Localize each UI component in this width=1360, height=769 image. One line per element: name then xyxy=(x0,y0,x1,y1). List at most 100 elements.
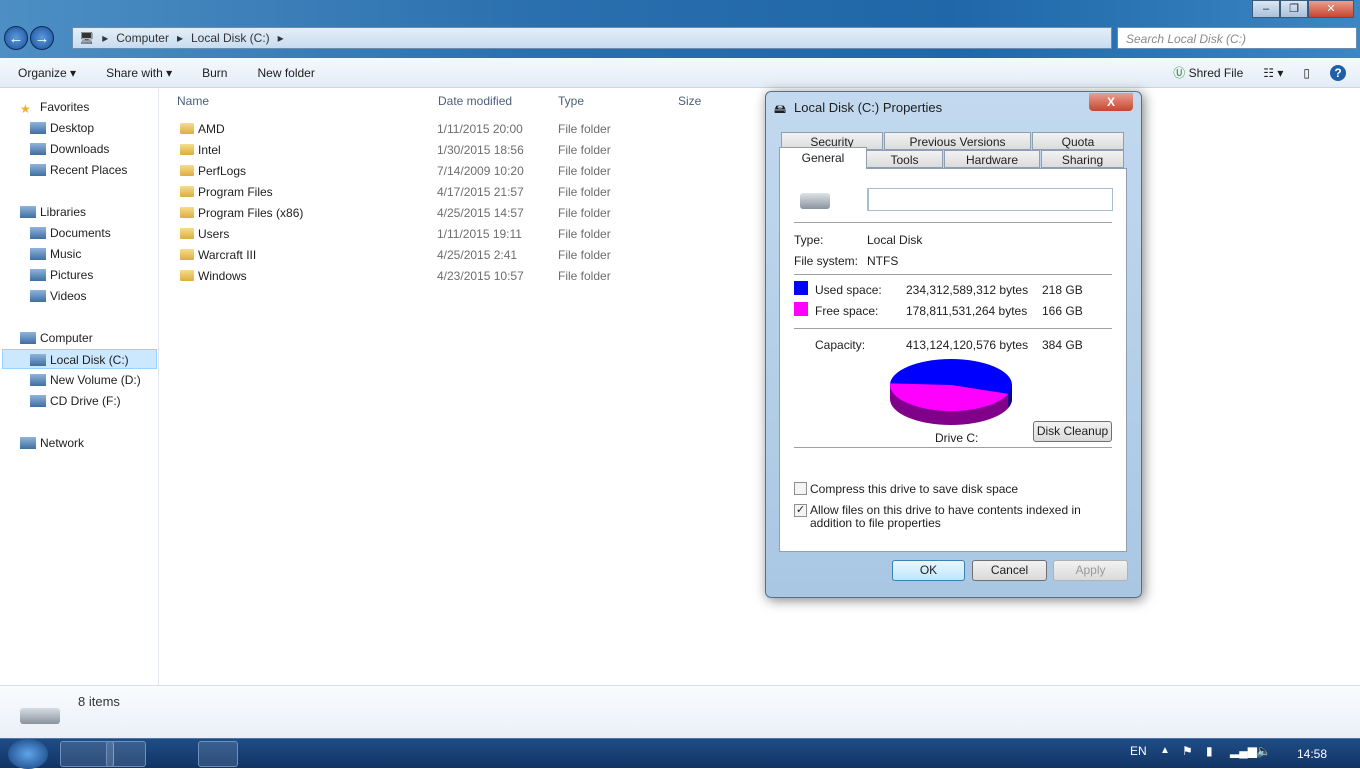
new-folder-button[interactable]: New folder xyxy=(257,66,314,80)
cancel-button[interactable]: Cancel xyxy=(972,560,1047,581)
folder-icon xyxy=(180,140,194,161)
forward-button[interactable]: → xyxy=(30,26,54,50)
sidebar-label: Computer xyxy=(40,331,93,345)
tab-quota[interactable]: Quota xyxy=(1032,132,1124,150)
general-panel: Type: Local Disk File system: NTFS Used … xyxy=(779,168,1127,552)
tab-tools[interactable]: Tools xyxy=(866,150,943,168)
item-icon xyxy=(30,374,46,386)
minimize-button[interactable]: ‒ xyxy=(1252,0,1280,18)
file-type: File folder xyxy=(558,248,611,262)
sidebar-item-local-disk-c[interactable]: Local Disk (C:) xyxy=(2,349,157,369)
action-center-icon[interactable]: ⚑ xyxy=(1182,744,1193,758)
column-type[interactable]: Type xyxy=(558,89,584,113)
file-row[interactable]: Windows 4/23/2015 10:57 File folder xyxy=(160,266,760,287)
back-button[interactable]: ← xyxy=(4,26,28,50)
start-button[interactable] xyxy=(8,739,48,769)
organize-button[interactable]: Organize ▾ xyxy=(18,66,76,80)
free-space-label: Free space: xyxy=(815,304,879,318)
folder-icon xyxy=(180,119,194,140)
file-row[interactable]: Users 1/11/2015 19:11 File folder xyxy=(160,224,760,245)
tab-sharing[interactable]: Sharing xyxy=(1041,150,1124,168)
dialog-close-button[interactable]: X xyxy=(1089,93,1133,111)
ok-button[interactable]: OK xyxy=(892,560,965,581)
folder-icon xyxy=(180,203,194,224)
view-options-button[interactable]: ☷ ▾ xyxy=(1263,66,1283,80)
apply-button[interactable]: Apply xyxy=(1053,560,1128,581)
drive-name-input[interactable] xyxy=(867,188,1113,211)
compress-checkbox[interactable] xyxy=(794,482,807,495)
taskbar-media-player[interactable] xyxy=(106,741,146,767)
column-date-modified[interactable]: Date modified xyxy=(438,89,512,113)
file-row[interactable]: PerfLogs 7/14/2009 10:20 File folder xyxy=(160,161,760,182)
sidebar-label: Local Disk (C:) xyxy=(50,353,129,367)
properties-dialog: 🖴 Local Disk (C:) Properties X Security … xyxy=(765,91,1142,598)
group-icon xyxy=(20,332,36,344)
address-bar[interactable]: 🖥 ▸ Computer ▸ Local Disk (C:) ▸ xyxy=(72,27,1112,49)
file-row[interactable]: Program Files (x86) 4/25/2015 14:57 File… xyxy=(160,203,760,224)
file-row[interactable]: AMD 1/11/2015 20:00 File folder xyxy=(160,119,760,140)
sidebar-item-network[interactable]: Network xyxy=(20,433,84,453)
tab-hardware[interactable]: Hardware xyxy=(944,150,1040,168)
taskbar-firefox[interactable] xyxy=(198,741,238,767)
sidebar-item-videos[interactable]: Videos xyxy=(30,286,86,306)
sidebar-label: Recent Places xyxy=(50,163,128,177)
file-type: File folder xyxy=(558,164,611,178)
file-row[interactable]: Intel 1/30/2015 18:56 File folder xyxy=(160,140,760,161)
file-row[interactable]: Program Files 4/17/2015 21:57 File folde… xyxy=(160,182,760,203)
sidebar-item-cd-drive-f[interactable]: CD Drive (F:) xyxy=(30,391,121,411)
sidebar-item-new-volume-d[interactable]: New Volume (D:) xyxy=(30,370,141,390)
sidebar-item-desktop[interactable]: Desktop xyxy=(30,118,94,138)
sidebar-item-computer[interactable]: Computer xyxy=(20,328,93,348)
volume-icon[interactable]: 🔈 xyxy=(1256,744,1271,758)
file-date: 7/14/2009 10:20 xyxy=(437,164,524,178)
capacity-gb: 384 GB xyxy=(1042,338,1083,352)
share-with-button[interactable]: Share with ▾ xyxy=(106,66,172,80)
file-system-label: File system: xyxy=(794,254,859,268)
close-button[interactable]: ✕ xyxy=(1308,0,1354,18)
column-name[interactable]: Name xyxy=(177,89,209,113)
used-space-label: Used space: xyxy=(815,283,882,297)
sidebar-item-music[interactable]: Music xyxy=(30,244,81,264)
sidebar-label: Favorites xyxy=(40,100,90,114)
sidebar-label: New Volume (D:) xyxy=(50,373,141,387)
index-checkbox[interactable]: ✓ xyxy=(794,504,807,517)
breadcrumb-local-disk[interactable]: Local Disk (C:) xyxy=(191,31,270,45)
file-name: Intel xyxy=(198,143,221,157)
used-space-gb: 218 GB xyxy=(1042,283,1083,297)
sidebar-item-downloads[interactable]: Downloads xyxy=(30,139,109,159)
sidebar-item-libraries[interactable]: Libraries xyxy=(20,202,86,222)
power-icon[interactable]: ▮ xyxy=(1206,744,1213,758)
file-date: 4/23/2015 10:57 xyxy=(437,269,524,283)
sidebar-label: Documents xyxy=(50,226,111,240)
column-size[interactable]: Size xyxy=(678,89,701,113)
breadcrumb-computer[interactable]: Computer xyxy=(116,31,169,45)
burn-button[interactable]: Burn xyxy=(202,66,227,80)
sidebar-item-favorites[interactable]: ★ Favorites xyxy=(20,97,89,117)
used-space-swatch xyxy=(794,281,808,295)
show-hidden-icons[interactable]: ▲ xyxy=(1160,745,1170,756)
language-indicator[interactable]: EN xyxy=(1130,744,1147,758)
drive-icon xyxy=(20,708,60,724)
tab-previous-versions[interactable]: Previous Versions xyxy=(884,132,1031,150)
navigation-pane: ★ Favorites Desktop Downloads Recent Places L… xyxy=(0,89,159,685)
item-icon xyxy=(30,122,46,134)
taskbar-chrome[interactable] xyxy=(152,741,192,767)
help-icon[interactable]: ? xyxy=(1330,64,1346,81)
folder-icon xyxy=(180,224,194,245)
tab-general[interactable]: General xyxy=(779,147,867,169)
sidebar-item-pictures[interactable]: Pictures xyxy=(30,265,93,285)
index-label: Allow files on this drive to have conten… xyxy=(810,503,1081,530)
sidebar-item-recent-places[interactable]: Recent Places xyxy=(30,160,127,180)
maximize-button[interactable]: ❐ xyxy=(1280,0,1308,18)
sidebar-item-documents[interactable]: Documents xyxy=(30,223,111,243)
capacity-bytes: 413,124,120,576 bytes xyxy=(906,338,1029,352)
disk-cleanup-button[interactable]: Disk Cleanup xyxy=(1033,421,1112,442)
status-bar: 8 items xyxy=(0,685,1360,738)
search-input[interactable]: Search Local Disk (C:) xyxy=(1117,27,1357,49)
preview-pane-button[interactable]: ▯ xyxy=(1303,66,1310,80)
shred-file-button[interactable]: Ⓤ Shred File xyxy=(1173,64,1243,81)
file-row[interactable]: Warcraft III 4/25/2015 2:41 File folder xyxy=(160,245,760,266)
file-type: File folder xyxy=(558,185,611,199)
network-signal-icon[interactable]: ▂▄▆ xyxy=(1230,744,1257,758)
clock[interactable]: 14:58 xyxy=(1297,747,1327,761)
